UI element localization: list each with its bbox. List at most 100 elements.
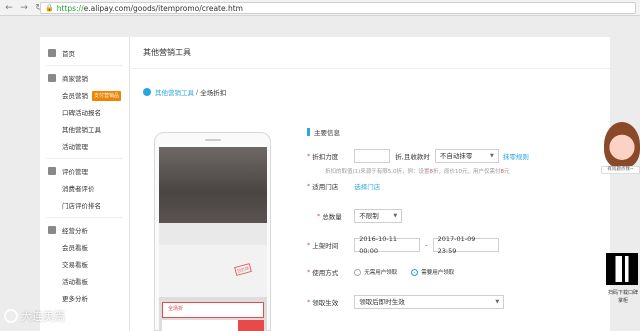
divider — [46, 158, 123, 159]
usage-label: 使用方式 — [312, 269, 339, 277]
hint-text: 折，原价10元，用户仅需付 — [433, 169, 501, 175]
coupon-button — [238, 320, 264, 331]
sidebar-item-label: 更多分析 — [62, 295, 88, 303]
effect-label: 领取生效 — [312, 299, 339, 307]
radio-claim[interactable] — [411, 268, 419, 276]
select-store-link[interactable]: 选择门店 — [354, 181, 380, 191]
url-field[interactable]: 🔒 https:// e.alipay.com/goods/itempromo/… — [40, 2, 636, 14]
hint-text: 元 — [504, 169, 510, 175]
watermark-text: 大连美篇 — [21, 310, 65, 323]
home-icon — [48, 49, 56, 57]
sidebar-item-member-marketing[interactable]: 会员营销 支付营销品 — [40, 88, 129, 105]
sidebar-group-title: 商家营销 — [62, 75, 88, 83]
sidebar-item-more-analysis[interactable]: 更多分析 — [40, 291, 129, 308]
lock-icon: 🔒 — [45, 4, 54, 12]
watermark-logo-icon — [4, 309, 18, 323]
sidebar: 首页 商家营销 会员营销 支付营销品 口碑活动报名 其他营销工具 活动管理 评价… — [40, 37, 130, 331]
watermark: 大连美篇 — [4, 308, 65, 324]
store-photo — [159, 147, 267, 223]
effect-value: 领取后即时生效 — [359, 298, 405, 306]
page-container: 首页 商家营销 会员营销 支付营销品 口碑活动报名 其他营销工具 活动管理 评价… — [40, 37, 610, 331]
back-icon[interactable]: ← — [3, 2, 15, 14]
sidebar-item-label: 其他营销工具 — [62, 126, 101, 134]
time-row: * 上架时间 2016-10-11 00:00 - 2017-01-09 23:… — [307, 235, 499, 255]
support-caption[interactable]: 有问题点我~ — [601, 166, 640, 174]
required-mark: * — [307, 298, 311, 306]
sidebar-item-other-tools[interactable]: 其他营销工具 — [40, 122, 129, 139]
discount-row: * 折扣力度 折,且收款时 不自动抹零 ▼ 抹零规则 — [307, 149, 529, 163]
sidebar-item-label: 会员看板 — [62, 244, 88, 252]
sidebar-item-label: 消费者评价 — [62, 185, 95, 193]
sidebar-home[interactable]: 首页 — [40, 43, 129, 63]
sidebar-item-label: 门店评价排名 — [62, 202, 101, 210]
divider — [46, 217, 123, 218]
sidebar-group-marketing: 商家营销 — [40, 68, 129, 88]
coupon-card: 全场折 — [162, 302, 264, 318]
required-mark: * — [307, 152, 311, 160]
info-icon — [143, 88, 151, 96]
sidebar-home-label: 首页 — [62, 50, 75, 58]
phone-screen: 已打烊 全场折 — [159, 147, 267, 331]
effect-row: * 领取生效 领取后即时生效 ▼ — [307, 295, 505, 309]
coupon-action-bar — [162, 320, 264, 331]
sidebar-group-title: 经营分析 — [62, 227, 88, 235]
sidebar-item-activity-board[interactable]: 活动看板 — [40, 274, 129, 291]
rounding-select[interactable]: 不自动抹零 ▼ — [434, 149, 499, 163]
time-separator: - — [425, 241, 428, 249]
promo-form: 主要信息 * 折扣力度 折,且收款时 不自动抹零 ▼ 抹零规则 折扣的取值(1)… — [307, 127, 607, 309]
divider — [46, 65, 123, 66]
sidebar-item-member-board[interactable]: 会员看板 — [40, 240, 129, 257]
time-label: 上架时间 — [312, 242, 339, 250]
effect-select[interactable]: 领取后即时生效 ▼ — [354, 295, 505, 309]
sidebar-group-analysis: 经营分析 — [40, 220, 129, 240]
sidebar-group-title: 评价管理 — [62, 168, 88, 176]
url-path: e.alipay.com/goods/itempromo/create.htm — [83, 3, 243, 13]
required-mark: * — [317, 212, 321, 220]
sidebar-item-activity-mgmt[interactable]: 活动管理 — [40, 139, 129, 156]
forward-icon[interactable]: → — [18, 2, 30, 14]
start-time-input[interactable]: 2016-10-11 00:00 — [354, 235, 421, 255]
required-mark: * — [307, 241, 311, 249]
radio-no-claim[interactable] — [354, 268, 362, 276]
sidebar-item-label: 活动看板 — [62, 278, 88, 286]
total-value: 不限制 — [359, 212, 379, 220]
phone-preview: 已打烊 全场折 — [154, 132, 271, 331]
url-scheme: https:// — [56, 3, 84, 13]
required-mark: * — [307, 182, 311, 190]
store-info-block — [159, 223, 267, 245]
phone-speaker — [205, 139, 221, 141]
chevron-down-icon: ▼ — [489, 153, 494, 159]
breadcrumb-current: 全场折扣 — [200, 89, 227, 97]
support-avatar[interactable] — [604, 122, 640, 168]
discount-label: 折扣力度 — [312, 153, 339, 161]
sidebar-item-koubei-signup[interactable]: 口碑活动报名 — [40, 105, 129, 122]
store-label: 适用门店 — [312, 183, 339, 191]
required-mark: * — [307, 268, 311, 276]
sidebar-item-trade-board[interactable]: 交易看板 — [40, 257, 129, 274]
section-title: 主要信息 — [307, 127, 607, 137]
radio-claim-label: 需要用户领取 — [421, 270, 455, 276]
total-row: * 总数量 不限制 ▼ — [307, 209, 403, 223]
qr-code — [606, 253, 638, 285]
total-select[interactable]: 不限制 ▼ — [354, 209, 403, 223]
breadcrumb-separator: / — [196, 88, 199, 96]
coupon-label: 全场折 — [168, 306, 184, 312]
breadcrumb: 其他营销工具 / 全场折扣 — [143, 87, 226, 97]
browser-address-bar: ← → ↻ 🔒 https:// e.alipay.com/goods/item… — [0, 0, 640, 16]
discount-input[interactable] — [354, 149, 391, 163]
review-icon — [48, 167, 56, 175]
breadcrumb-link[interactable]: 其他营销工具 — [155, 87, 194, 97]
store-row: * 适用门店 选择门店 — [307, 181, 380, 191]
chevron-down-icon: ▼ — [495, 299, 500, 305]
start-time-value: 2016-10-11 00:00 — [359, 235, 398, 255]
sidebar-item-consumer-reviews[interactable]: 消费者评价 — [40, 181, 129, 198]
chevron-down-icon: ▼ — [393, 213, 398, 219]
sidebar-item-label: 口碑活动报名 — [62, 109, 101, 117]
radio-no-claim-label: 无需用户领取 — [364, 270, 398, 276]
hint-text: 折扣的取值(1)来源于有限5.0折，例：设置 — [325, 169, 430, 175]
rounding-rules-link[interactable]: 抹零规则 — [503, 151, 529, 161]
discount-unit: 折,且收款时 — [395, 153, 430, 161]
sidebar-item-label: 会员营销 — [62, 92, 88, 100]
sidebar-item-store-ranking[interactable]: 门店评价排名 — [40, 198, 129, 215]
end-time-input[interactable]: 2017-01-09 23:59 — [432, 235, 499, 255]
